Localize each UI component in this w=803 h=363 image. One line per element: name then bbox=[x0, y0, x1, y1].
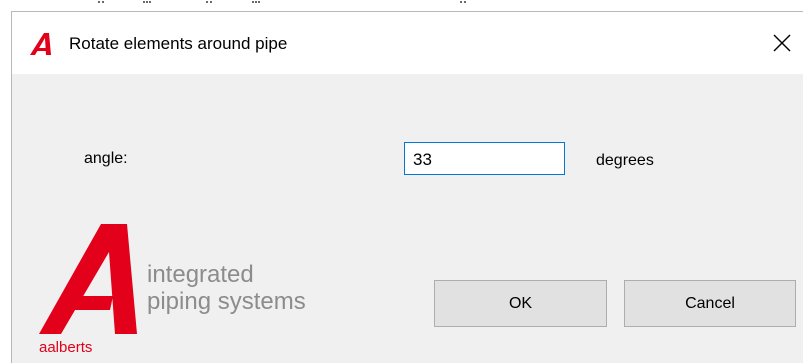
brand-name: aalberts bbox=[39, 339, 93, 356]
aalberts-logo-icon bbox=[39, 224, 139, 339]
title-bar: Rotate elements around pipe bbox=[12, 12, 803, 74]
ok-button[interactable]: OK bbox=[434, 280, 607, 327]
angle-input[interactable] bbox=[404, 142, 565, 175]
angle-label: angle: bbox=[84, 150, 128, 167]
brand-tagline-line2: piping systems bbox=[147, 288, 306, 315]
dialog-title: Rotate elements around pipe bbox=[69, 34, 288, 53]
close-button[interactable] bbox=[764, 26, 800, 60]
rotate-dialog: Rotate elements around pipe angle: degre… bbox=[11, 11, 803, 363]
brand-tagline-line1: integrated bbox=[147, 261, 254, 288]
aalberts-brand: aalberts integrated piping systems bbox=[39, 224, 369, 363]
close-icon bbox=[773, 34, 791, 52]
degrees-unit-label: degrees bbox=[596, 152, 654, 169]
aalberts-a-logo-icon bbox=[30, 33, 56, 55]
cancel-button[interactable]: Cancel bbox=[624, 280, 796, 327]
